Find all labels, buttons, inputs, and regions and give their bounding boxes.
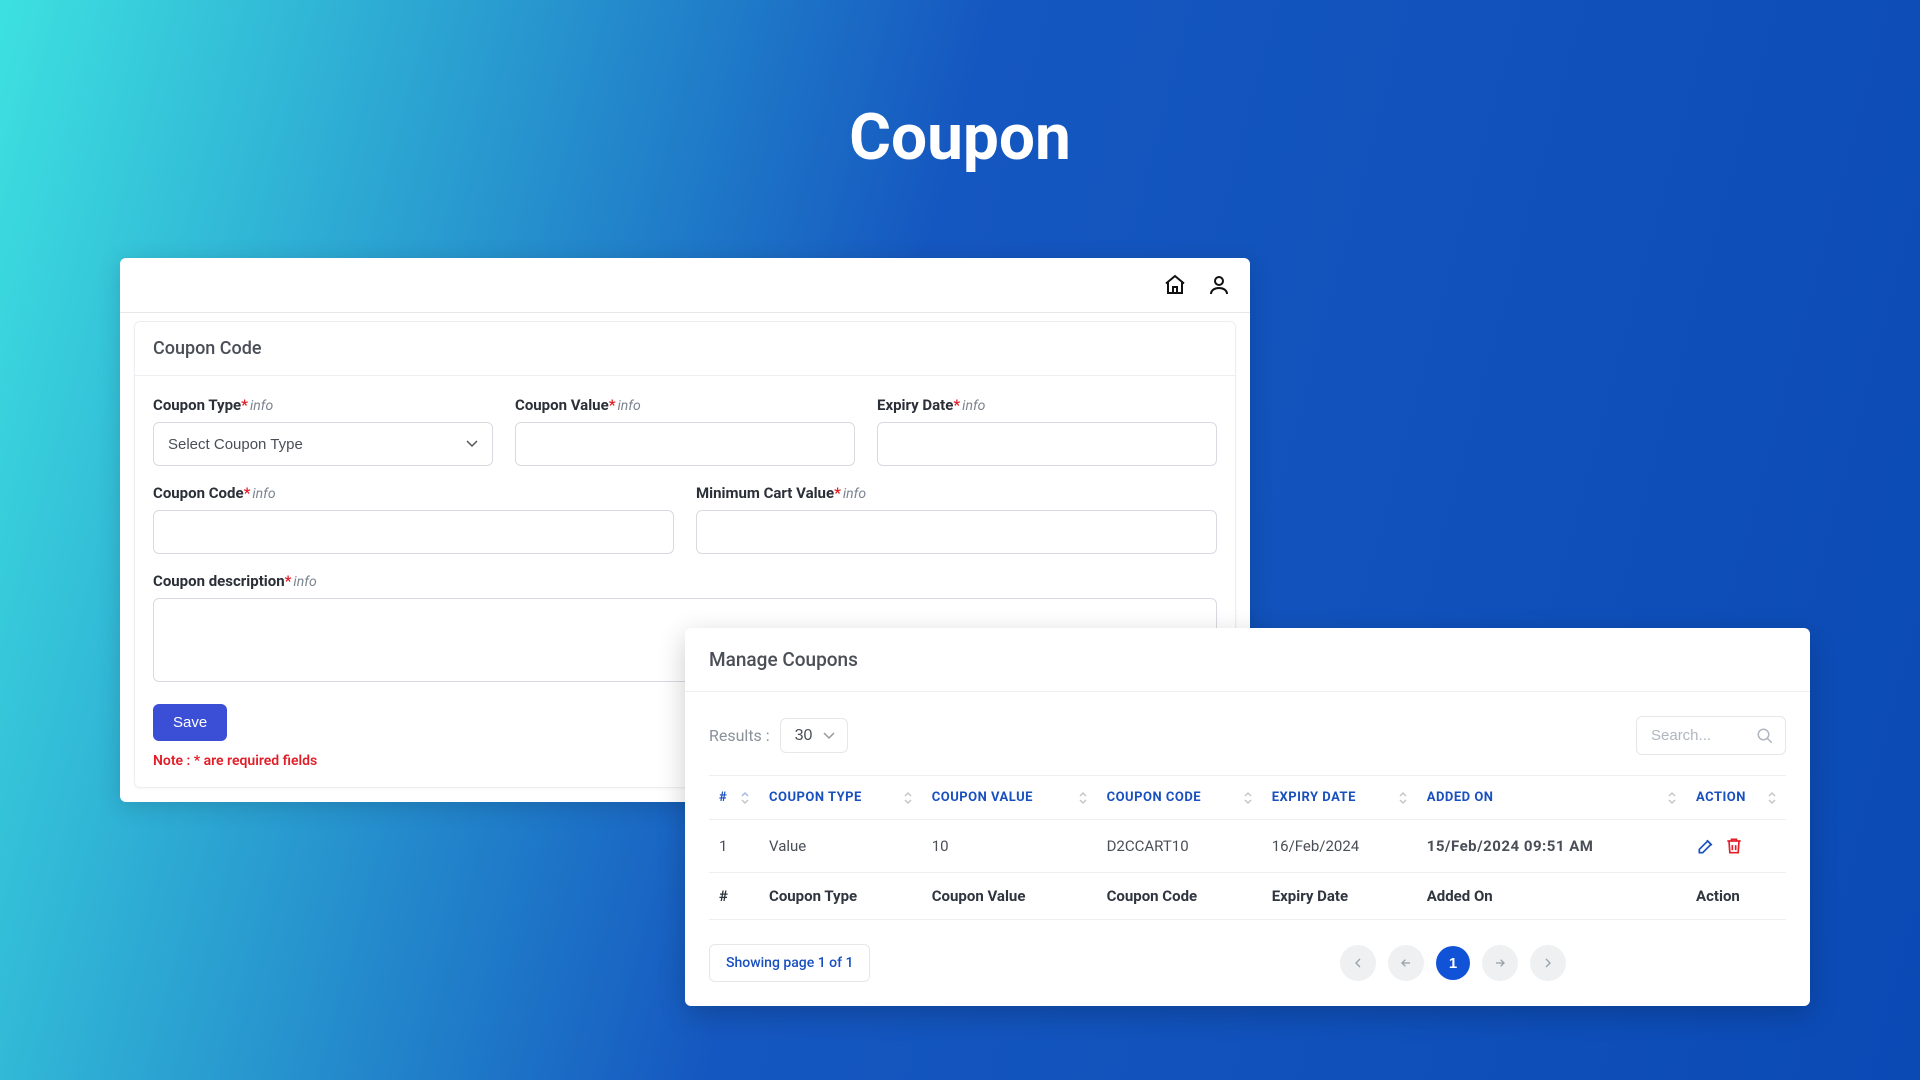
coupon-code-label: Coupon Code*info (153, 484, 674, 502)
col-code[interactable]: COUPON CODE (1097, 776, 1262, 820)
cell-added: 15/Feb/2024 09:51 AM (1417, 820, 1686, 873)
sort-icon (902, 791, 914, 805)
pager: 1 (1340, 945, 1566, 981)
coupon-value-label: Coupon Value*info (515, 396, 855, 414)
pager-page-1[interactable]: 1 (1436, 946, 1470, 980)
coupon-type-label: Coupon Type*info (153, 396, 493, 414)
cell-value: 10 (922, 820, 1097, 873)
user-icon[interactable] (1206, 272, 1232, 298)
home-icon[interactable] (1162, 272, 1188, 298)
coupons-table: # COUPON TYPE COUPON VALUE COUPON CODE E… (709, 775, 1786, 920)
page-heading: Coupon (0, 0, 1920, 175)
sort-icon (1397, 791, 1409, 805)
sort-icon (739, 791, 751, 805)
sort-icon (1242, 791, 1254, 805)
min-cart-label: Minimum Cart Value*info (696, 484, 1217, 502)
col-type[interactable]: COUPON TYPE (759, 776, 922, 820)
expiry-date-input[interactable] (877, 422, 1217, 466)
manage-coupons-window: Manage Coupons Results : 30 # (685, 628, 1810, 1006)
manage-coupons-title: Manage Coupons (685, 628, 1810, 692)
topbar (120, 258, 1250, 313)
sort-icon (1666, 791, 1678, 805)
edit-icon[interactable] (1696, 836, 1716, 856)
cell-idx: 1 (709, 820, 759, 873)
save-button[interactable]: Save (153, 704, 227, 741)
delete-icon[interactable] (1724, 836, 1744, 856)
pager-prev-button[interactable] (1388, 945, 1424, 981)
results-label: Results : (709, 726, 770, 745)
table-footer-row: # Coupon Type Coupon Value Coupon Code E… (709, 873, 1786, 920)
expiry-date-label: Expiry Date*info (877, 396, 1217, 414)
coupon-code-input[interactable] (153, 510, 674, 554)
sort-icon (1077, 791, 1089, 805)
cell-expiry: 16/Feb/2024 (1262, 820, 1417, 873)
cell-code: D2CCART10 (1097, 820, 1262, 873)
coupon-value-input[interactable] (515, 422, 855, 466)
sort-icon (1766, 791, 1778, 805)
pager-last-button[interactable] (1530, 945, 1566, 981)
col-added[interactable]: ADDED ON (1417, 776, 1686, 820)
cell-type: Value (759, 820, 922, 873)
cell-action (1686, 820, 1786, 873)
pager-first-button[interactable] (1340, 945, 1376, 981)
min-cart-input[interactable] (696, 510, 1217, 554)
col-action[interactable]: ACTION (1686, 776, 1786, 820)
col-expiry[interactable]: EXPIRY DATE (1262, 776, 1417, 820)
pager-next-button[interactable] (1482, 945, 1518, 981)
table-row: 1 Value 10 D2CCART10 16/Feb/2024 15/Feb/… (709, 820, 1786, 873)
col-idx[interactable]: # (709, 776, 759, 820)
col-value[interactable]: COUPON VALUE (922, 776, 1097, 820)
coupon-type-select[interactable]: Select Coupon Type (153, 422, 493, 466)
results-select[interactable]: 30 (780, 718, 848, 753)
description-label: Coupon description*info (153, 572, 1217, 590)
form-card-title: Coupon Code (135, 322, 1235, 376)
search-icon (1756, 727, 1774, 745)
page-indicator: Showing page 1 of 1 (709, 944, 870, 982)
